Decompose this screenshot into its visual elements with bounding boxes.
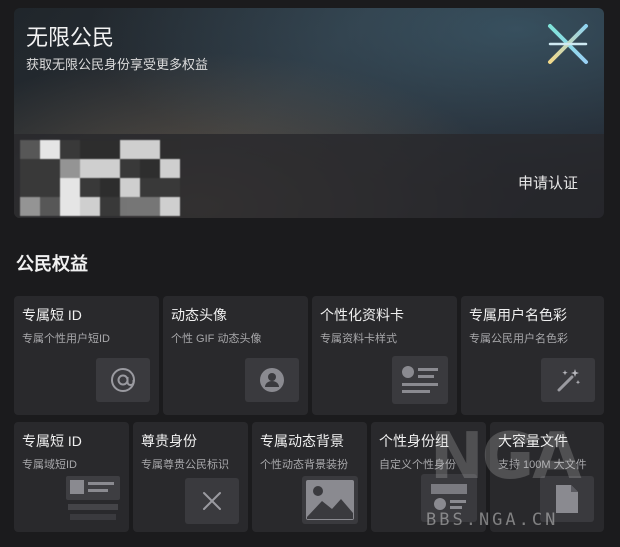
avatar-mosaic-tile: [40, 159, 60, 178]
avatar: [20, 140, 180, 218]
avatar-mosaic-tile: [60, 197, 80, 216]
citizen-banner: 无限公民 获取无限公民身份享受更多权益 申请认证: [14, 8, 604, 218]
avatar-mosaic-tile: [80, 178, 100, 197]
benefit-card-profile-card[interactable]: 个性化资料卡 专属资料卡样式: [312, 296, 457, 415]
profile-card-icon: [392, 356, 448, 404]
card-desc: 个性动态背景装扮: [260, 459, 348, 471]
avatar-mosaic-tile: [100, 159, 120, 178]
card-title: 个性化资料卡: [320, 307, 404, 323]
avatar-mosaic-tile: [40, 140, 60, 159]
benefit-card-noble-identity[interactable]: 尊贵身份 专属尊贵公民标识: [133, 422, 248, 532]
card-desc: 个性 GIF 动态头像: [171, 333, 262, 345]
card-title: 专属短 ID: [22, 307, 82, 323]
avatar-mosaic-tile: [40, 197, 60, 216]
nga-watermark-url: BBS.NGA.CN: [426, 510, 559, 530]
card-title: 尊贵身份: [141, 433, 197, 449]
benefit-card-dynamic-background[interactable]: 专属动态背景 个性动态背景装扮: [252, 422, 367, 532]
avatar-icon: [245, 358, 299, 402]
infinite-citizen-x-logo-icon: [548, 24, 588, 64]
avatar-mosaic-tile: [120, 140, 140, 159]
section-title: 公民权益: [16, 254, 88, 274]
banner-title: 无限公民: [26, 25, 115, 50]
avatar-mosaic-tile: [140, 159, 160, 178]
card-desc: 专属公民用户名色彩: [469, 333, 568, 345]
avatar-mosaic-tile: [20, 159, 40, 178]
card-title: 专属用户名色彩: [469, 307, 567, 323]
avatar-mosaic-tile: [60, 159, 80, 178]
avatar-mosaic-tile: [120, 197, 140, 216]
avatar-mosaic-tile: [80, 140, 100, 159]
card-title: 动态头像: [171, 307, 227, 323]
avatar-mosaic-tile: [80, 197, 100, 216]
at-icon: [96, 358, 150, 402]
avatar-mosaic-tile: [160, 159, 180, 178]
benefit-card-dynamic-avatar[interactable]: 动态头像 个性 GIF 动态头像: [163, 296, 308, 415]
image-icon: [302, 476, 358, 524]
avatar-mosaic-tile: [60, 140, 80, 159]
banner-subtitle: 获取无限公民身份享受更多权益: [26, 57, 209, 72]
id-card-stack-icon: [64, 474, 122, 526]
magic-wand-icon: [541, 358, 595, 402]
x-badge-icon: [185, 478, 239, 524]
apply-verification-button[interactable]: 申请认证: [518, 172, 578, 193]
avatar-mosaic-tile: [120, 159, 140, 178]
benefit-card-username-color[interactable]: 专属用户名色彩 专属公民用户名色彩: [461, 296, 604, 415]
avatar-mosaic-tile: [140, 140, 160, 159]
avatar-mosaic-tile: [60, 178, 80, 197]
card-title: 专属短 ID: [22, 433, 82, 449]
avatar-mosaic-tile: [100, 140, 120, 159]
user-strip: 申请认证: [14, 134, 604, 218]
avatar-mosaic-tile: [40, 178, 60, 197]
card-desc: 专属域短ID: [22, 459, 77, 471]
benefit-card-short-id[interactable]: 专属短 ID 专属个性用户短ID: [14, 296, 159, 415]
avatar-mosaic-tile: [20, 140, 40, 159]
card-desc: 专属个性用户短ID: [22, 333, 110, 345]
avatar-mosaic-tile: [80, 159, 100, 178]
card-desc: 专属资料卡样式: [320, 333, 397, 345]
benefit-card-domain-short-id[interactable]: 专属短 ID 专属域短ID: [14, 422, 129, 532]
avatar-mosaic-tile: [160, 178, 180, 197]
avatar-mosaic-tile: [100, 197, 120, 216]
nga-watermark-logo: NGA: [430, 420, 582, 494]
avatar-mosaic-tile: [120, 178, 140, 197]
avatar-mosaic-tile: [20, 197, 40, 216]
avatar-mosaic-tile: [140, 178, 160, 197]
avatar-mosaic-tile: [160, 140, 180, 159]
avatar-mosaic-tile: [20, 178, 40, 197]
avatar-mosaic-tile: [100, 178, 120, 197]
avatar-mosaic-tile: [160, 197, 180, 216]
card-title: 专属动态背景: [260, 433, 344, 449]
avatar-mosaic-tile: [140, 197, 160, 216]
card-desc: 专属尊贵公民标识: [141, 459, 229, 471]
